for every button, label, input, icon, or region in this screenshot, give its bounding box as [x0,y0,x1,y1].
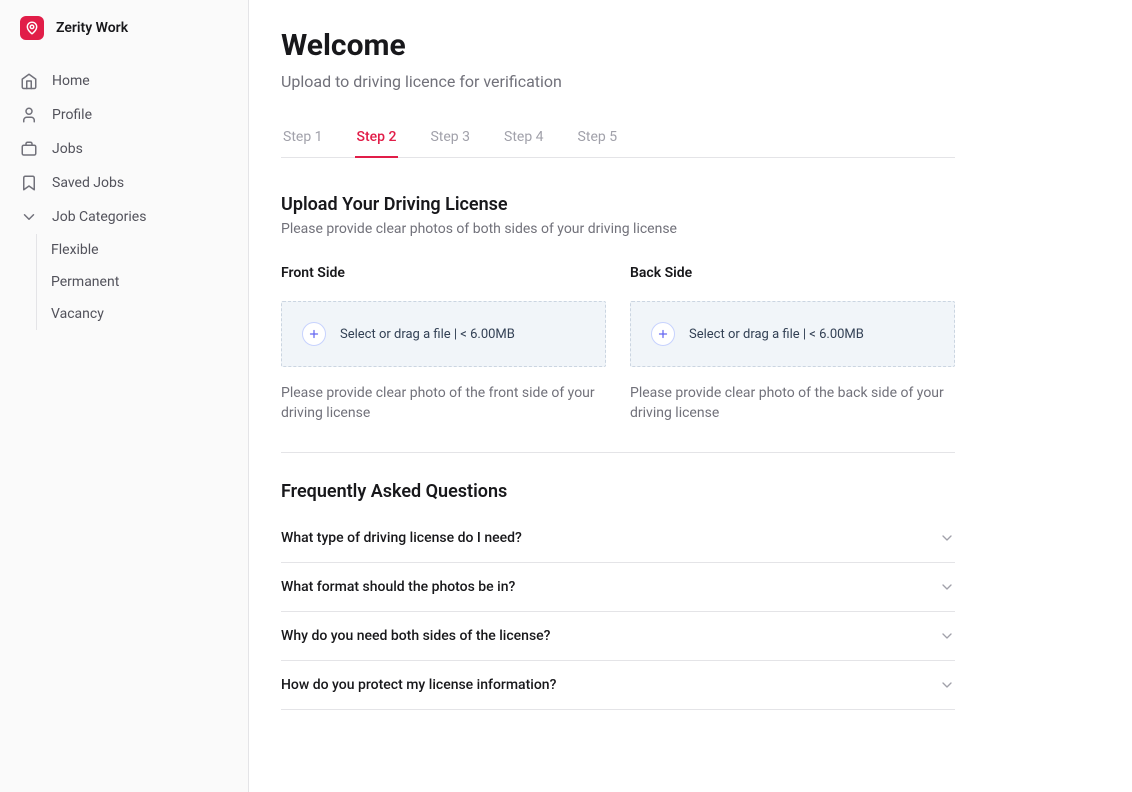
upload-front-dropzone[interactable]: Select or drag a file | < 6.00MB [281,301,606,367]
sidebar-item-label: Job Categories [52,209,146,225]
sidebar-subnav: Flexible Permanent Vacancy [36,234,238,330]
sidebar-nav: Home Profile Jobs Saved Jobs [0,56,248,338]
upload-front-hint: Please provide clear photo of the front … [281,383,606,424]
sidebar-item-label: Saved Jobs [52,175,124,191]
faq-item[interactable]: Why do you need both sides of the licens… [281,612,955,661]
sidebar: Zerity Work Home Profile Jobs [0,0,249,792]
faq-question: What format should the photos be in? [281,579,515,595]
chevron-down-icon [939,677,955,693]
tab-step-3[interactable]: Step 3 [428,119,472,157]
page-subtitle: Upload to driving licence for verificati… [281,72,955,91]
brand-name: Zerity Work [56,20,128,36]
brand-logo-icon [20,16,44,40]
main-content: Welcome Upload to driving licence for ve… [249,0,1132,792]
sidebar-subitem-label: Flexible [51,242,99,258]
plus-circle-icon [651,322,675,346]
sidebar-item-home[interactable]: Home [10,64,238,98]
chevron-down-icon [939,530,955,546]
chevron-down-icon [20,208,38,226]
sidebar-subitem-vacancy[interactable]: Vacancy [37,298,238,330]
sidebar-item-profile[interactable]: Profile [10,98,238,132]
upload-back-dropzone[interactable]: Select or drag a file | < 6.00MB [630,301,955,367]
brand-header[interactable]: Zerity Work [0,0,248,56]
faq-question: What type of driving license do I need? [281,530,522,546]
upload-front-col: Front Side Select or drag a file | < 6.0… [281,265,606,424]
tab-step-1[interactable]: Step 1 [281,119,325,157]
faq-question: Why do you need both sides of the licens… [281,628,551,644]
sidebar-item-saved-jobs[interactable]: Saved Jobs [10,166,238,200]
briefcase-icon [20,140,38,158]
sidebar-item-label: Home [52,73,90,89]
chevron-down-icon [939,628,955,644]
upload-grid: Front Side Select or drag a file | < 6.0… [281,265,955,424]
sidebar-item-job-categories[interactable]: Job Categories [10,200,238,234]
tab-step-2[interactable]: Step 2 [355,119,399,157]
dropzone-text: Select or drag a file | < 6.00MB [340,327,515,342]
tab-step-4[interactable]: Step 4 [502,119,546,157]
upload-back-hint: Please provide clear photo of the back s… [630,383,955,424]
sidebar-item-label: Profile [52,107,92,123]
home-icon [20,72,38,90]
dropzone-text: Select or drag a file | < 6.00MB [689,327,864,342]
plus-circle-icon [302,322,326,346]
sidebar-subitem-label: Permanent [51,274,119,290]
sidebar-subitem-flexible[interactable]: Flexible [37,234,238,266]
faq-item[interactable]: What type of driving license do I need? [281,514,955,563]
faq-title: Frequently Asked Questions [281,481,955,502]
faq-item[interactable]: How do you protect my license informatio… [281,661,955,710]
user-icon [20,106,38,124]
page-title: Welcome [281,28,955,64]
divider [281,452,955,453]
upload-front-label: Front Side [281,265,606,281]
upload-section-desc: Please provide clear photos of both side… [281,221,955,237]
chevron-down-icon [939,579,955,595]
sidebar-subitem-label: Vacancy [51,306,104,322]
upload-back-label: Back Side [630,265,955,281]
upload-back-col: Back Side Select or drag a file | < 6.00… [630,265,955,424]
sidebar-item-label: Jobs [52,141,83,157]
sidebar-item-jobs[interactable]: Jobs [10,132,238,166]
tab-step-5[interactable]: Step 5 [576,119,620,157]
step-tabs: Step 1 Step 2 Step 3 Step 4 Step 5 [281,119,955,158]
upload-section-title: Upload Your Driving License [281,194,955,215]
faq-question: How do you protect my license informatio… [281,677,556,693]
bookmark-icon [20,174,38,192]
faq-item[interactable]: What format should the photos be in? [281,563,955,612]
sidebar-subitem-permanent[interactable]: Permanent [37,266,238,298]
